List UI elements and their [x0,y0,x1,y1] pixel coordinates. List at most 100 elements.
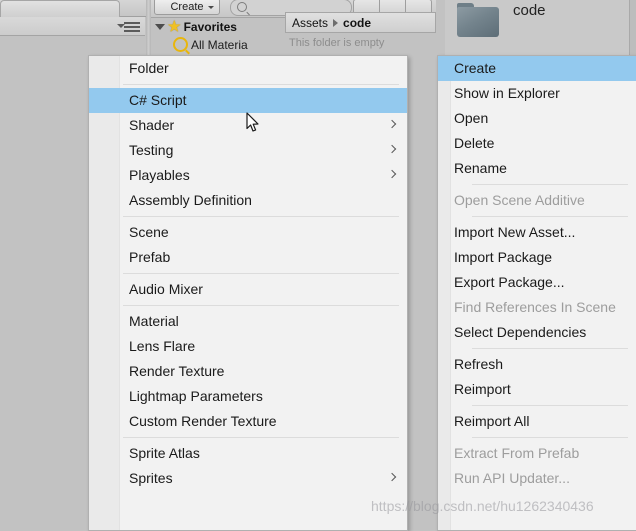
menu-item-label: Import New Asset... [454,224,576,240]
menu-item-sprite-atlas[interactable]: Sprite Atlas [89,441,407,466]
menu-item-label: Lens Flare [129,338,196,354]
menu-item-label: Playables [129,167,190,183]
asset-item-code[interactable]: code [457,0,546,37]
search-icon [237,2,247,12]
menu-separator [123,437,399,438]
left-panel-tabstrip [0,0,146,17]
menu-separator [123,305,399,306]
chevron-right-icon [387,144,397,154]
menu-item-label: Show in Explorer [454,85,560,101]
asset-context-menu-items: Create Show in Explorer Open Delete Rename Op… [438,56,636,491]
menu-item-testing[interactable]: Testing [89,138,407,163]
hamburger-menu-icon[interactable] [117,22,140,32]
menu-separator [472,184,628,185]
menu-item-label: Sprite Atlas [129,445,200,461]
assets-scrollbar[interactable] [629,0,636,56]
left-panel-tab[interactable] [0,0,120,17]
menu-item-label: Testing [129,142,174,158]
menu-item-open[interactable]: Open [438,106,636,131]
menu-item-label: Open Scene Additive [454,192,585,208]
asset-context-menu[interactable]: Create Show in Explorer Open Delete Rename Op… [437,55,636,531]
menu-item-label: Import Package [454,249,553,265]
menu-item-custom-render-texture[interactable]: Custom Render Texture [89,409,407,434]
menu-item-render-texture[interactable]: Render Texture [89,359,407,384]
chevron-down-icon [208,6,214,9]
create-button-label: Create [170,1,204,13]
menu-item-import-package[interactable]: Import Package [438,245,636,270]
menu-item-playables[interactable]: Playables [89,163,407,188]
triangle-down-icon[interactable] [155,23,165,30]
tree-item-favorites[interactable]: ★ Favorites [155,18,237,35]
menu-item-delete[interactable]: Delete [438,131,636,156]
triangle-right-icon [333,18,339,27]
menu-item-label: Reimport [454,381,511,397]
create-submenu[interactable]: Folder C# Script Shader Testing Playables Ass… [88,55,408,531]
menu-item-c-script[interactable]: C# Script [89,88,407,113]
menu-item-extract-from-prefab: Extract From Prefab [438,441,636,466]
menu-item-sprites[interactable]: Sprites [89,466,407,491]
menu-item-reimport[interactable]: Reimport [438,377,636,402]
menu-separator [472,437,628,438]
menu-item-label: Folder [129,60,169,76]
menu-item-open-scene-additive: Open Scene Additive [438,188,636,213]
search-icon [173,37,188,52]
menu-item-run-api-updater: Run API Updater... [438,466,636,491]
menu-item-label: Lightmap Parameters [129,388,263,404]
asset-item-label: code [513,2,546,19]
menu-item-label: C# Script [129,92,187,108]
menu-item-label: Prefab [129,249,171,265]
menu-item-import-new-asset[interactable]: Import New Asset... [438,220,636,245]
menu-item-label: Scene [129,224,169,240]
menu-item-lightmap-parameters[interactable]: Lightmap Parameters [89,384,407,409]
menu-item-label: Extract From Prefab [454,445,580,461]
create-button[interactable]: Create [154,0,220,15]
menu-item-label: Delete [454,135,495,151]
tree-item-favorites-label: Favorites [183,19,237,34]
menu-separator [123,273,399,274]
menu-separator [472,348,628,349]
empty-folder-note: This folder is empty [289,37,385,49]
menu-item-rename[interactable]: Rename [438,156,636,181]
menu-item-select-dependencies[interactable]: Select Dependencies [438,320,636,345]
menu-item-export-package[interactable]: Export Package... [438,270,636,295]
menu-item-label: Find References In Scene [454,299,616,315]
menu-item-label: Render Texture [129,363,225,379]
menu-item-label: Material [129,313,179,329]
menu-item-reimport-all[interactable]: Reimport All [438,409,636,434]
menu-item-label: Assembly Definition [129,192,252,208]
menu-separator [123,216,399,217]
menu-item-label: Sprites [129,470,173,486]
breadcrumb: Assets code [285,12,436,33]
chevron-right-icon [387,119,397,129]
menu-separator [472,405,628,406]
menu-item-show-in-explorer[interactable]: Show in Explorer [438,81,636,106]
star-icon: ★ [168,18,181,34]
menu-separator [472,216,628,217]
menu-item-label: Custom Render Texture [129,413,277,429]
menu-item-shader[interactable]: Shader [89,113,407,138]
menu-item-label: Create [454,60,497,76]
menu-item-material[interactable]: Material [89,309,407,334]
menu-item-assembly-definition[interactable]: Assembly Definition [89,188,407,213]
menu-item-label: Open [454,110,489,126]
chevron-right-icon [387,472,397,482]
create-submenu-items: Folder C# Script Shader Testing Playables Ass… [89,56,407,491]
menu-item-label: Select Dependencies [454,324,587,340]
menu-item-label: Shader [129,117,175,133]
breadcrumb-root[interactable]: Assets [292,16,328,30]
menu-item-label: Rename [454,160,507,176]
menu-item-lens-flare[interactable]: Lens Flare [89,334,407,359]
menu-item-find-references-in-scene: Find References In Scene [438,295,636,320]
tree-item-all-materials-label: All Materia [191,37,248,52]
menu-item-scene[interactable]: Scene [89,220,407,245]
menu-item-refresh[interactable]: Refresh [438,352,636,377]
tree-item-all-materials[interactable]: All Materia [173,37,248,52]
chevron-right-icon [387,169,397,179]
menu-item-create[interactable]: Create [438,56,636,81]
breadcrumb-current[interactable]: code [343,16,371,30]
menu-separator [123,84,399,85]
menu-item-label: Reimport All [454,413,530,429]
menu-item-prefab[interactable]: Prefab [89,245,407,270]
menu-item-audio-mixer[interactable]: Audio Mixer [89,277,407,302]
menu-item-folder[interactable]: Folder [89,56,407,81]
